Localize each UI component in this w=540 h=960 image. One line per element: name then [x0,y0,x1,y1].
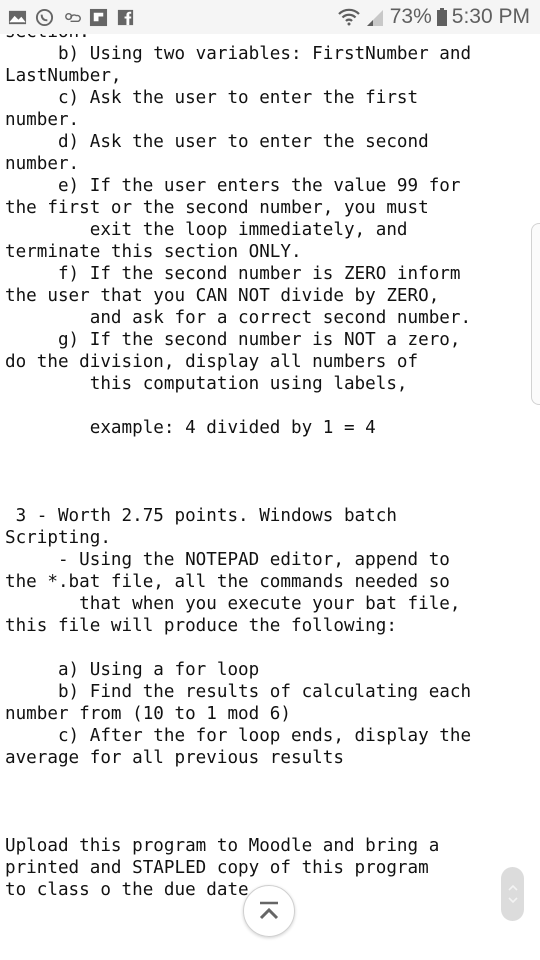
document-text: section. b) Using two variables: FirstNu… [5,21,535,901]
doc-line: b) Find the results of calculating each [5,682,472,702]
page-scroll-control[interactable] [501,867,524,921]
doc-line: Scripting. [5,528,111,548]
doc-line [5,395,535,417]
signal-icon [366,10,383,26]
doc-line: c) After the for loop ends, display the [5,726,472,746]
doc-line: number. [5,154,80,174]
doc-line [5,439,535,461]
flipboard-icon [89,8,108,26]
doc-line: and ask for a correct second number. [5,308,472,328]
doc-line: this file will produce the following: [5,616,397,636]
gallery-icon [8,10,27,24]
doc-line: number from (10 to 1 mod 6) [5,704,291,724]
doc-line: e) If the user enters the value 99 for [5,176,461,196]
wifi-icon [337,8,360,26]
doc-line: g) If the second number is NOT a zero, [5,330,461,350]
edge-panel-handle[interactable] [531,223,540,405]
weather-icon [65,12,81,22]
doc-line: f) If the second number is ZERO inform [5,264,461,284]
battery-percent: 73% [389,5,432,28]
doc-line: the user that you CAN NOT divide by ZERO… [5,286,440,306]
doc-line: this computation using labels, [5,374,408,394]
doc-line: LastNumber, [5,66,122,86]
doc-line [5,637,535,659]
whatsapp-icon [35,8,54,26]
scroll-to-top-button[interactable] [243,885,295,937]
doc-line [5,813,535,835]
doc-line: terminate this section ONLY. [5,242,302,262]
doc-line: example: 4 divided by 1 = 4 [5,418,376,438]
chevron-up-icon [259,901,279,920]
doc-line [5,769,535,791]
doc-line: exit the loop immediately, and [5,220,408,240]
page-up-icon[interactable] [507,883,519,891]
doc-line [5,461,535,483]
doc-line: d) Ask the user to enter the second [5,132,429,152]
page-down-icon[interactable] [507,897,519,905]
doc-line [5,483,535,505]
doc-line: Upload this program to Moodle and bring … [5,836,440,856]
doc-line: average for all previous results [5,748,344,768]
status-bar: 73% 5:30 PM [0,0,540,34]
doc-line [5,791,535,813]
doc-line: do the division, display all numbers of [5,352,419,372]
clock: 5:30 PM [451,5,530,28]
facebook-icon [117,9,134,25]
doc-line: b) Using two variables: FirstNumber and [5,44,472,64]
doc-line: c) Ask the user to enter the first [5,88,419,108]
doc-line: printed and STAPLED copy of this program [5,858,429,878]
battery-icon [436,8,447,26]
doc-line: - Using the NOTEPAD editor, append to [5,550,450,570]
notification-icons [0,8,135,27]
doc-line: that when you execute your bat file, [5,594,461,614]
system-status: 73% 5:30 PM [337,5,540,29]
doc-line: the first or the second number, you must [5,198,429,218]
doc-line: a) Using a for loop [5,660,260,680]
doc-line: 3 - Worth 2.75 points. Windows batch [5,506,397,526]
doc-line: number. [5,110,80,130]
doc-line: the *.bat file, all the commands needed … [5,572,450,592]
